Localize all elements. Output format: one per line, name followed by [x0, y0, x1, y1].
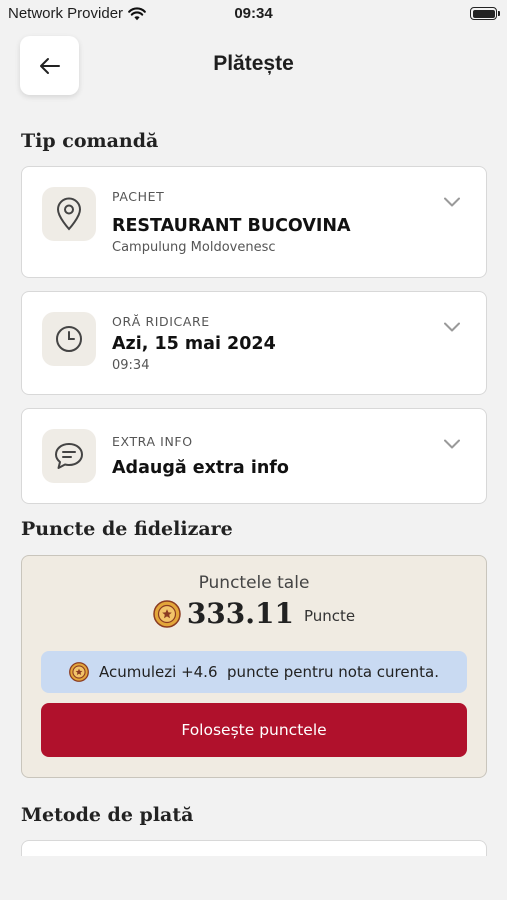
pickup-date: Azi, 15 mai 2024 — [112, 334, 276, 354]
location-icon-box — [42, 187, 96, 241]
chat-icon-box — [42, 429, 96, 483]
restaurant-name: RESTAURANT BUCOVINA — [112, 216, 351, 236]
section-title-order-type: Tip comandă — [21, 130, 159, 152]
chevron-down-icon — [444, 439, 460, 449]
clock-icon-box — [42, 312, 96, 366]
status-time: 09:34 — [234, 5, 273, 22]
chevron-down-icon — [444, 197, 460, 207]
order-type-card-extra-info[interactable]: EXTRA INFO Adaugă extra info — [21, 408, 487, 504]
extra-info-label: Adaugă extra info — [112, 458, 289, 478]
points-value: 333.11 — [186, 597, 294, 630]
order-type-card-pickup-time[interactable]: ORĂ RIDICARE Azi, 15 mai 2024 09:34 — [21, 291, 487, 395]
page-title: Plătește — [213, 52, 294, 75]
section-title-payment: Metode de plată — [21, 804, 194, 826]
header: Plătește — [0, 34, 507, 96]
coin-icon — [153, 599, 181, 628]
battery-icon — [470, 7, 500, 20]
card-kicker: ORĂ RIDICARE — [112, 314, 210, 329]
restaurant-city: Campulung Moldovenesc — [112, 240, 276, 255]
card-kicker: EXTRA INFO — [112, 434, 193, 449]
use-points-button[interactable]: Folosește punctele — [41, 703, 467, 757]
points-info-text: Acumulezi +4.6 puncte pentru nota curent… — [99, 663, 439, 681]
section-title-loyalty: Puncte de fidelizare — [21, 518, 233, 540]
points-balance: 333.11 Puncte — [22, 597, 486, 630]
points-label: Punctele tale — [198, 573, 310, 593]
chat-bubble-icon — [55, 443, 83, 469]
loyalty-points-card: Punctele tale 333.11 Puncte Acumulezi +4… — [21, 555, 487, 778]
status-bar: Network Provider 09:34 — [0, 0, 507, 30]
coin-icon — [69, 662, 89, 682]
points-unit: Puncte — [304, 606, 356, 625]
card-kicker: PACHET — [112, 189, 165, 204]
location-pin-icon — [56, 197, 82, 231]
bottom-area — [0, 856, 507, 900]
chevron-down-icon — [444, 322, 460, 332]
pickup-time: 09:34 — [112, 358, 150, 373]
order-type-card-pickup[interactable]: PACHET RESTAURANT BUCOVINA Campulung Mol… — [21, 166, 487, 278]
points-info-banner: Acumulezi +4.6 puncte pentru nota curent… — [41, 651, 467, 693]
clock-icon — [56, 326, 82, 352]
